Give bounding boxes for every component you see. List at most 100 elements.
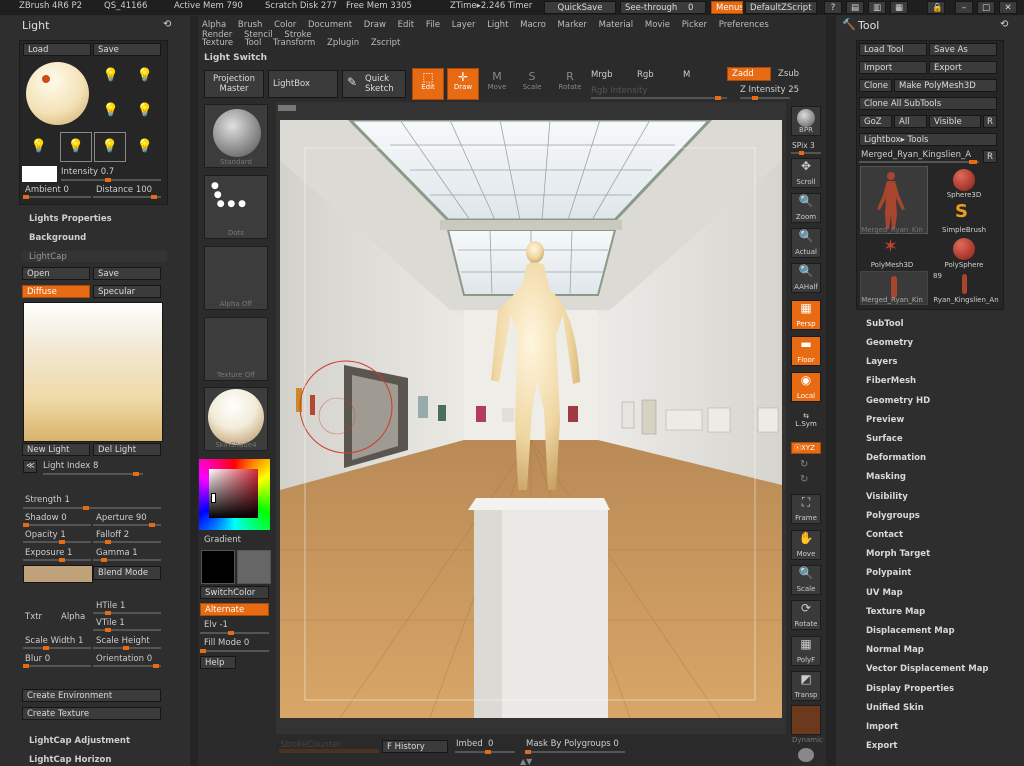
material-thumbnail[interactable]: SkinShade4 bbox=[204, 387, 268, 451]
light-load-button[interactable]: Load bbox=[23, 43, 91, 56]
fill-mode-track[interactable] bbox=[200, 649, 269, 653]
save-as-button[interactable]: Save As bbox=[929, 43, 997, 56]
tool-menu-displacement-map[interactable]: Displacement Map bbox=[866, 626, 955, 636]
tool-menu-fibermesh[interactable]: FiberMesh bbox=[866, 376, 916, 386]
light-bulb-icon-8[interactable]: 💡 bbox=[94, 132, 126, 162]
color-picker[interactable] bbox=[199, 459, 270, 530]
rotate-y-icon[interactable]: ↻ bbox=[800, 459, 808, 470]
quicksave-button[interactable]: QuickSave bbox=[544, 1, 616, 14]
falloff-slider[interactable]: Falloff 2 bbox=[96, 530, 129, 540]
scale-width-track[interactable] bbox=[23, 646, 91, 650]
vtile-track[interactable] bbox=[93, 628, 161, 632]
left-splitter[interactable] bbox=[190, 16, 198, 766]
tool-menu-geometry[interactable]: Geometry bbox=[866, 338, 913, 348]
layout2-icon[interactable]: ▥ bbox=[868, 1, 886, 14]
rgb-intensity-track[interactable] bbox=[591, 96, 727, 100]
tool-ryan-icon[interactable] bbox=[962, 274, 967, 294]
strength-slider[interactable]: Strength 1 bbox=[25, 495, 70, 505]
gamma-track[interactable] bbox=[93, 558, 161, 562]
light-bulb-icon-3[interactable]: 💡 bbox=[131, 62, 159, 90]
m-button[interactable]: M bbox=[683, 70, 690, 80]
orientation-track[interactable] bbox=[93, 664, 161, 668]
menu-draw[interactable]: Draw bbox=[364, 20, 386, 30]
mask-by-polygroups-track[interactable] bbox=[525, 750, 625, 754]
menu-zplugin[interactable]: Zplugin bbox=[327, 38, 359, 48]
tool-sphere3d-icon[interactable] bbox=[953, 169, 975, 191]
menu-edit[interactable]: Edit bbox=[398, 20, 414, 30]
actual-button[interactable]: 🔍 Actual bbox=[791, 228, 821, 258]
tool-polysphere-icon[interactable] bbox=[953, 238, 975, 260]
tool-menu-deformation[interactable]: Deformation bbox=[866, 453, 926, 463]
brush-thumbnail[interactable]: Standard bbox=[204, 104, 268, 168]
create-environment-button[interactable]: Create Environment bbox=[22, 689, 161, 702]
tool-simplebrush-icon[interactable]: S bbox=[955, 201, 968, 222]
new-light-button[interactable]: New Light bbox=[22, 443, 90, 456]
scale-width-slider[interactable]: Scale Width 1 bbox=[25, 636, 83, 646]
draw-button[interactable]: ✛ Draw bbox=[447, 68, 479, 100]
floor-button[interactable]: ▬ Floor bbox=[791, 336, 821, 366]
lights-properties-header[interactable]: Lights Properties bbox=[29, 214, 112, 224]
visible-button[interactable]: Visible bbox=[929, 115, 981, 128]
viewport-scene[interactable] bbox=[280, 120, 782, 718]
shadow-slider[interactable]: Shadow 0 bbox=[25, 513, 67, 523]
scale-view-button[interactable]: 🔍 Scale bbox=[791, 565, 821, 595]
menu-layer[interactable]: Layer bbox=[452, 20, 476, 30]
rotate-view-button[interactable]: ⟳ Rotate bbox=[791, 600, 821, 630]
help-icon[interactable]: ? bbox=[824, 1, 842, 14]
tool-export-button[interactable]: Export bbox=[929, 61, 997, 74]
tool-menu-texture-map[interactable]: Texture Map bbox=[866, 607, 925, 617]
see-through-slider[interactable]: See-through 0 bbox=[620, 1, 706, 14]
imbed-value[interactable]: 0 bbox=[488, 739, 493, 749]
light-bulb-icon-4[interactable]: 💡 bbox=[97, 97, 125, 125]
tool-menu-display-properties[interactable]: Display Properties bbox=[866, 684, 954, 694]
rotate-z-icon[interactable]: ↻ bbox=[800, 474, 808, 485]
tool-menu-export[interactable]: Export bbox=[866, 741, 897, 751]
blur-track[interactable] bbox=[23, 664, 91, 668]
tool-menu-normal-map[interactable]: Normal Map bbox=[866, 645, 924, 655]
z-intensity-slider[interactable]: Z Intensity 25 bbox=[740, 85, 799, 95]
menu-transform[interactable]: Transform bbox=[273, 38, 315, 48]
projection-master-button[interactable]: Projection Master bbox=[204, 70, 264, 98]
menu-file[interactable]: File bbox=[426, 20, 440, 30]
aperture-track[interactable] bbox=[93, 523, 161, 527]
light-color-swatch[interactable] bbox=[22, 166, 57, 182]
minimize-icon[interactable]: – bbox=[955, 1, 973, 14]
layout3-icon[interactable]: ▦ bbox=[890, 1, 908, 14]
background-header[interactable]: Background bbox=[29, 233, 86, 243]
strength-track[interactable] bbox=[23, 506, 161, 510]
tool-menu-preview[interactable]: Preview bbox=[866, 415, 904, 425]
tool-menu-unified-skin[interactable]: Unified Skin bbox=[866, 703, 924, 713]
light-bulb-icon-2[interactable]: 💡 bbox=[97, 62, 125, 90]
lightbox-tools-button[interactable]: Lightbox▸ Tools bbox=[859, 133, 997, 146]
ambient-slider[interactable]: Ambient 0 bbox=[25, 185, 69, 195]
xyz-button[interactable]: ⓧXYZ bbox=[791, 442, 821, 454]
rotate-button[interactable]: R Rotate bbox=[555, 70, 585, 98]
alpha-button[interactable]: Alpha bbox=[61, 612, 85, 622]
light-position-dot[interactable] bbox=[42, 75, 50, 83]
move-view-button[interactable]: ✋ Move bbox=[791, 530, 821, 560]
htile-slider[interactable]: HTile 1 bbox=[96, 601, 125, 611]
default-zscript-button[interactable]: DefaultZScript bbox=[745, 1, 817, 14]
all-button[interactable]: All bbox=[894, 115, 927, 128]
shadow-track[interactable] bbox=[23, 523, 91, 527]
menu-macro[interactable]: Macro bbox=[520, 20, 546, 30]
light-index-slider[interactable]: Light Index 8 bbox=[43, 461, 98, 471]
stroke-thumbnail[interactable]: ● ● ● ● ● Dots bbox=[204, 175, 268, 239]
menu-marker[interactable]: Marker bbox=[558, 20, 587, 30]
tool-menu-morph-target[interactable]: Morph Target bbox=[866, 549, 930, 559]
current-tool-track[interactable] bbox=[859, 160, 979, 164]
menu-preferences[interactable]: Preferences bbox=[719, 20, 769, 30]
polyf-button[interactable]: ▦ PolyF bbox=[791, 636, 821, 666]
quick-sketch-button[interactable]: ✎ Quick Sketch bbox=[342, 70, 406, 98]
zoom-button[interactable]: 🔍 Zoom bbox=[791, 193, 821, 223]
goz-r-button[interactable]: R bbox=[983, 115, 997, 128]
menu-light[interactable]: Light bbox=[487, 20, 508, 30]
elv-slider[interactable]: Elv -1 bbox=[204, 620, 228, 630]
canvas-tab[interactable] bbox=[278, 105, 296, 111]
scroll-button[interactable]: ✥ Scroll bbox=[791, 158, 821, 188]
goz-button[interactable]: GoZ bbox=[859, 115, 892, 128]
exposure-track[interactable] bbox=[23, 558, 91, 562]
mask-by-polygroups-slider[interactable]: Mask By Polygroups 0 bbox=[526, 739, 619, 749]
tool-menu-polygroups[interactable]: Polygroups bbox=[866, 511, 920, 521]
scale-button[interactable]: S Scale bbox=[519, 70, 545, 98]
